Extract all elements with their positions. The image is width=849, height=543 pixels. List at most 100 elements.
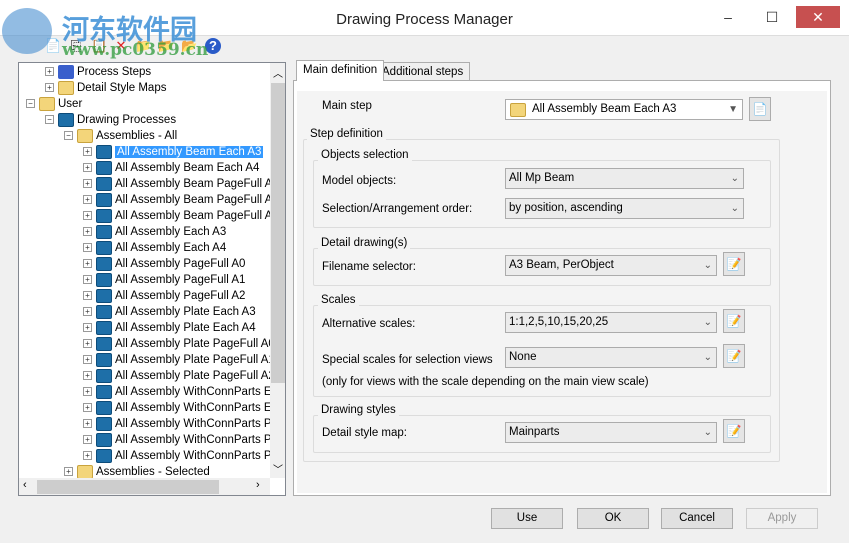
tree-item-label: All Assembly Plate PageFull A2 bbox=[115, 370, 275, 382]
style-map-label: Detail style map: bbox=[322, 427, 408, 439]
tree-item-label: All Assembly Each A3 bbox=[115, 226, 227, 238]
tree-item-process[interactable]: + All Assembly Plate PageFull A0 bbox=[83, 336, 275, 352]
expand-icon[interactable]: + bbox=[83, 339, 92, 349]
filename-select[interactable]: A3 Beam, PerObject ⌄ bbox=[505, 255, 717, 276]
scales-title: Scales bbox=[318, 294, 359, 306]
expand-icon[interactable]: + bbox=[83, 211, 92, 221]
tree-item-process[interactable]: + All Assembly Plate Each A4 bbox=[83, 320, 256, 336]
tree-item-process[interactable]: + All Assembly PageFull A2 bbox=[83, 288, 245, 304]
folder-icon bbox=[39, 96, 55, 111]
model-objects-select[interactable]: All Mp Beam ⌄ bbox=[505, 168, 744, 189]
model-objects-value: All Mp Beam bbox=[509, 172, 575, 184]
expand-icon[interactable]: + bbox=[83, 259, 92, 269]
scales-note: (only for views with the scale depending… bbox=[322, 376, 649, 388]
scroll-up-icon[interactable]: ︿ bbox=[273, 65, 283, 80]
apply-button[interactable]: Apply bbox=[746, 508, 818, 529]
tree-item-process[interactable]: + All Assembly Beam PageFull A2 bbox=[83, 208, 279, 224]
tree-item-process[interactable]: + All Assembly WithConnParts Eac bbox=[83, 400, 284, 416]
tree-item-label: All Assembly Plate PageFull A0 bbox=[115, 338, 275, 350]
expand-icon[interactable]: + bbox=[83, 387, 92, 397]
edit-special-scales-button[interactable]: 📝 bbox=[723, 344, 745, 368]
special-scales-select[interactable]: None ⌄ bbox=[505, 347, 717, 368]
new-step-button[interactable]: 📄 bbox=[749, 97, 771, 121]
tree-item-detail-style-maps[interactable]: + Detail Style Maps bbox=[45, 80, 166, 96]
minimize-button[interactable]: – bbox=[706, 6, 750, 28]
tree-item-process[interactable]: + All Assembly PageFull A1 bbox=[83, 272, 245, 288]
expand-icon[interactable]: + bbox=[83, 323, 92, 333]
use-button[interactable]: Use bbox=[491, 508, 563, 529]
cancel-button[interactable]: Cancel bbox=[661, 508, 733, 529]
tree-item-process[interactable]: + All Assembly Plate PageFull A2 bbox=[83, 368, 275, 384]
expand-icon[interactable]: + bbox=[83, 275, 92, 285]
alt-scales-select[interactable]: 1:1,2,5,10,15,20,25 ⌄ bbox=[505, 312, 717, 333]
expand-icon[interactable]: + bbox=[83, 419, 92, 429]
collapse-icon[interactable]: − bbox=[45, 115, 54, 125]
expand-icon[interactable]: + bbox=[83, 195, 92, 205]
tree-item-process[interactable]: + All Assembly WithConnParts Eac bbox=[83, 384, 284, 400]
tree-item-process[interactable]: + All Assembly Plate Each A3 bbox=[83, 304, 256, 320]
drawing-process-icon bbox=[96, 176, 112, 191]
expand-icon[interactable]: + bbox=[83, 307, 92, 317]
tree-item-user[interactable]: − User bbox=[26, 96, 82, 112]
tree-item-process[interactable]: + All Assembly Beam Each A4 bbox=[83, 160, 259, 176]
tree-item-process[interactable]: + All Assembly WithConnParts Pag bbox=[83, 432, 284, 448]
expand-icon[interactable]: + bbox=[45, 83, 54, 93]
alt-scales-label: Alternative scales: bbox=[322, 318, 416, 330]
tree-item-process[interactable]: + All Assembly WithConnParts Pag bbox=[83, 416, 284, 432]
tree-item-process[interactable]: + All Assembly Plate PageFull A1 bbox=[83, 352, 275, 368]
drawing-process-icon bbox=[96, 304, 112, 319]
maximize-button[interactable]: ☐ bbox=[750, 6, 794, 28]
collapse-icon[interactable]: − bbox=[26, 99, 35, 109]
tab-main-definition[interactable]: Main definition bbox=[296, 60, 385, 81]
order-select[interactable]: by position, ascending ⌄ bbox=[505, 198, 744, 219]
expand-icon[interactable]: + bbox=[83, 179, 92, 189]
edit-style-map-button[interactable]: 📝 bbox=[723, 419, 745, 443]
tree-item-process[interactable]: + All Assembly PageFull A0 bbox=[83, 256, 245, 272]
tree-item-drawing-processes[interactable]: − Drawing Processes bbox=[45, 112, 176, 128]
expand-icon[interactable]: + bbox=[83, 435, 92, 445]
tree-item-assemblies-all[interactable]: − Assemblies - All bbox=[64, 128, 177, 144]
expand-icon[interactable]: + bbox=[83, 227, 92, 237]
order-value: by position, ascending bbox=[509, 202, 623, 214]
main-step-select[interactable]: All Assembly Beam Each A3 ▼ bbox=[505, 99, 743, 120]
scroll-left-icon[interactable]: ‹ bbox=[23, 479, 27, 491]
horizontal-scroll-thumb[interactable] bbox=[37, 480, 219, 494]
tab-additional-steps[interactable]: Additional steps bbox=[375, 62, 471, 81]
tree-item-label: All Assembly Beam PageFull A2 bbox=[115, 210, 279, 222]
expand-icon[interactable]: + bbox=[64, 467, 73, 477]
tree-item-process[interactable]: + All Assembly Each A4 bbox=[83, 240, 226, 256]
expand-icon[interactable]: + bbox=[83, 147, 92, 157]
expand-icon[interactable]: + bbox=[83, 291, 92, 301]
tree-item-label: Assemblies - All bbox=[96, 130, 178, 142]
style-map-select[interactable]: Mainparts ⌄ bbox=[505, 422, 717, 443]
drawing-process-icon bbox=[96, 336, 112, 351]
process-tree[interactable]: + Process Steps + Detail Style Maps − User − Dr… bbox=[18, 62, 286, 496]
alt-scales-value: 1:1,2,5,10,15,20,25 bbox=[509, 316, 609, 328]
collapse-icon[interactable]: − bbox=[64, 131, 73, 141]
close-button[interactable]: ✕ bbox=[796, 6, 840, 28]
expand-icon[interactable]: + bbox=[83, 371, 92, 381]
filename-label: Filename selector: bbox=[322, 261, 416, 273]
tree-item-process[interactable]: + All Assembly Beam PageFull A1 bbox=[83, 192, 279, 208]
scroll-down-icon[interactable]: ﹀ bbox=[273, 461, 283, 476]
expand-icon[interactable]: + bbox=[83, 243, 92, 253]
edit-alt-scales-button[interactable]: 📝 bbox=[723, 309, 745, 333]
tree-item-process[interactable]: + All Assembly WithConnParts Pag bbox=[83, 448, 284, 464]
tree-item-process[interactable]: + All Assembly Beam Each A3 bbox=[83, 144, 264, 160]
tree-item-process-steps[interactable]: + Process Steps bbox=[45, 64, 151, 80]
expand-icon[interactable]: + bbox=[83, 403, 92, 413]
expand-icon[interactable]: + bbox=[83, 451, 92, 461]
expand-icon[interactable]: + bbox=[83, 163, 92, 173]
drawing-process-icon bbox=[96, 240, 112, 255]
expand-icon[interactable]: + bbox=[45, 67, 54, 77]
drawing-process-icon bbox=[96, 368, 112, 383]
expand-icon[interactable]: + bbox=[83, 355, 92, 365]
vertical-scroll-thumb[interactable] bbox=[271, 83, 285, 383]
drawing-process-icon bbox=[96, 288, 112, 303]
ok-button[interactable]: OK bbox=[577, 508, 649, 529]
tree-item-process[interactable]: + All Assembly Beam PageFull A0 bbox=[83, 176, 279, 192]
edit-filename-button[interactable]: 📝 bbox=[723, 252, 745, 276]
tree-item-process[interactable]: + All Assembly Each A3 bbox=[83, 224, 226, 240]
drawing-process-icon bbox=[58, 112, 74, 127]
scroll-right-icon[interactable]: › bbox=[256, 479, 260, 491]
